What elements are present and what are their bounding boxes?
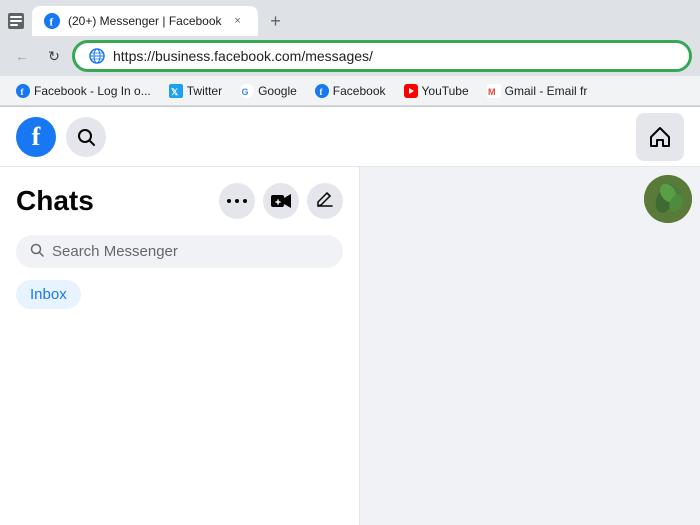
svg-text:f: f [50,17,54,29]
tab-title: (20+) Messenger | Facebook [68,14,222,28]
bookmark-google[interactable]: G Google [232,81,305,101]
active-tab[interactable]: f (20+) Messenger | Facebook × [32,6,258,36]
search-placeholder: Search Messenger [52,243,178,260]
bookmark-favicon-google: G [240,84,254,98]
svg-text:G: G [242,87,249,97]
bookmark-label-youtube: YouTube [422,84,469,98]
bookmark-favicon-twitter: 𝕏 [169,84,183,98]
chats-header: Chats [0,175,359,227]
tab-bar: f (20+) Messenger | Facebook × + [0,0,700,36]
nav-search-button[interactable] [66,117,106,157]
bookmark-gmail[interactable]: M Gmail - Email fr [479,81,596,101]
avatar-image [644,175,692,223]
browser-chrome: f (20+) Messenger | Facebook × + ← ↻ h [0,0,700,107]
bookmark-favicon-gmail: M [487,84,501,98]
tab-close-button[interactable]: × [230,13,246,29]
new-tab-button[interactable]: + [262,7,290,35]
bookmark-favicon-youtube [404,84,418,98]
profile-avatar [644,175,692,223]
left-panel: Chats [0,167,360,525]
bookmark-youtube[interactable]: YouTube [396,81,477,101]
svg-text:M: M [488,87,496,97]
bookmark-facebook[interactable]: f Facebook [307,81,394,101]
facebook-logo: f [16,117,56,157]
new-video-call-button[interactable] [263,183,299,219]
compose-message-button[interactable] [307,183,343,219]
url-text: https://business.facebook.com/messages/ [113,48,675,64]
address-security-icon [89,48,105,64]
inbox-button[interactable]: Inbox [16,280,81,309]
chats-title: Chats [16,185,211,217]
bookmark-facebook-login[interactable]: f Facebook - Log In o... [8,81,159,101]
address-bar-row: ← ↻ https://business.facebook.com/messag… [0,36,700,76]
search-bar[interactable]: Search Messenger [16,235,343,268]
bookmark-favicon-fb: f [16,84,30,98]
bookmark-label-twitter: Twitter [187,84,222,98]
messenger-page: f Chats [0,107,700,525]
home-button[interactable] [636,113,684,161]
svg-text:𝕏: 𝕏 [171,87,179,97]
tab-favicon: f [44,13,60,29]
more-options-button[interactable] [219,183,255,219]
inbox-btn-row: Inbox [0,276,359,313]
bookmarks-bar: f Facebook - Log In o... 𝕏 Twitter G [0,76,700,106]
bookmark-label-facebook: Facebook [333,84,386,98]
bookmark-twitter[interactable]: 𝕏 Twitter [161,81,230,101]
bookmark-label-google: Google [258,84,297,98]
bookmark-label-facebook-login: Facebook - Log In o... [34,84,151,98]
reload-button[interactable]: ↻ [40,42,68,70]
address-bar[interactable]: https://business.facebook.com/messages/ [72,40,692,72]
window-controls [8,13,24,29]
bookmark-label-gmail: Gmail - Email fr [505,84,588,98]
messenger-main: Chats [0,167,700,525]
messenger-nav: f [0,107,700,167]
back-button[interactable]: ← [8,42,36,70]
window-icon [8,13,24,29]
bookmark-favicon-facebook: f [315,84,329,98]
right-panel [360,167,700,525]
search-icon [30,243,44,260]
